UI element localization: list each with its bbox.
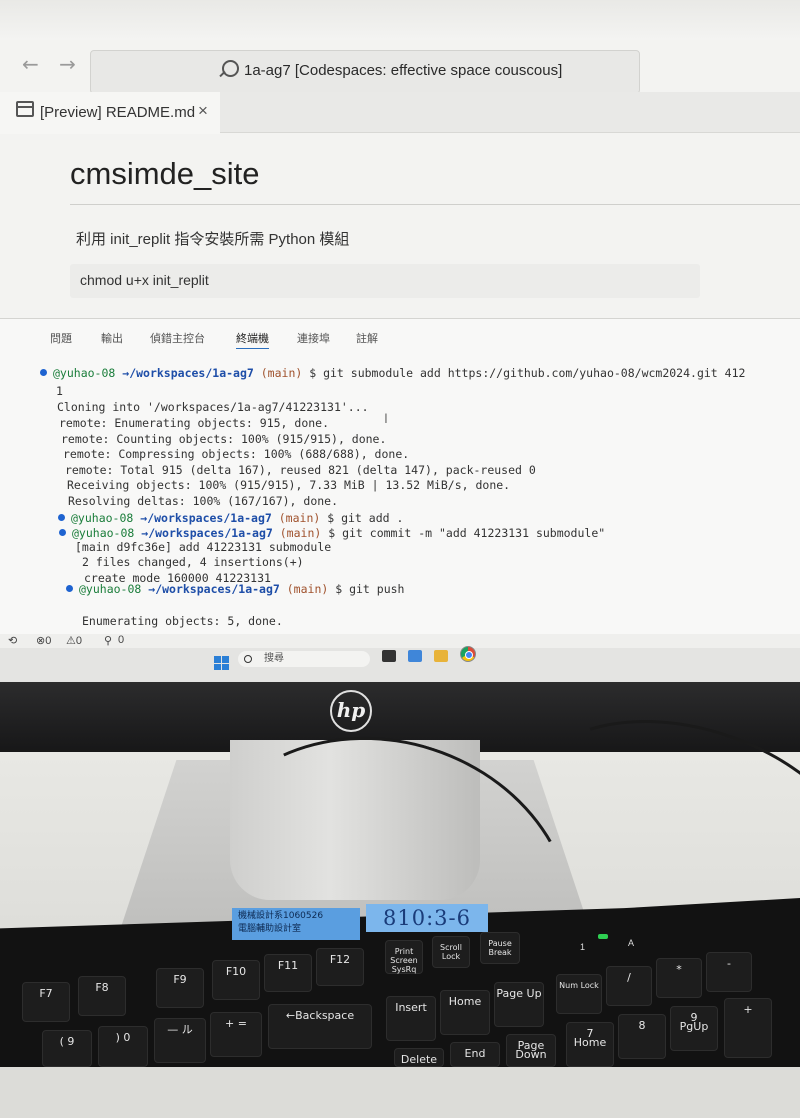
terminal-output-line: Resolving deltas: 100% (167/167), done.	[68, 494, 339, 508]
key-print-screen[interactable]: Print Screen SysRq	[385, 940, 423, 974]
command-text: $ git submodule add https://github.com/y…	[309, 366, 746, 380]
command-text: $ git commit -m "add 41223131 submodule"	[328, 526, 606, 540]
key-equals[interactable]: + =	[210, 1012, 262, 1057]
terminal-prompt-line: @yuhao-08 →/workspaces/1a-ag7 (main) $ g…	[40, 366, 745, 380]
key-secondary-label: PgUp	[679, 1020, 709, 1033]
warnings-indicator[interactable]: ⚠0	[66, 634, 82, 647]
task-view-icon[interactable]	[382, 650, 396, 662]
prompt-dot-icon	[66, 585, 73, 592]
terminal-output-line: remote: Compressing objects: 100% (688/6…	[63, 447, 410, 461]
key-num-7[interactable]: 7 Home	[566, 1022, 614, 1067]
key-num-plus[interactable]: +	[724, 998, 772, 1058]
status-bar: ⟲ ⊗0 ⚠0 ⚲ 0	[0, 634, 800, 648]
prompt-branch: (main)	[278, 511, 321, 525]
key-end[interactable]: End	[450, 1042, 500, 1067]
terminal-output-line: remote: Total 915 (delta 167), reused 82…	[65, 463, 536, 477]
windows-start-icon[interactable]	[214, 656, 229, 670]
key-f10[interactable]: F10	[212, 960, 260, 1000]
terminal-prompt-line: @yuhao-08 →/workspaces/1a-ag7 (main) $ g…	[58, 511, 403, 525]
department-sticker: 機械設計系1060526 電腦輔助設計室	[232, 908, 360, 940]
key-insert[interactable]: Insert	[386, 996, 436, 1041]
key-num-9[interactable]: 9 PgUp	[670, 1006, 718, 1051]
key-f9[interactable]: F9	[156, 968, 204, 1008]
key-minus[interactable]: — ル	[154, 1018, 206, 1063]
key-num-slash[interactable]: /	[606, 966, 652, 1006]
key-page-down[interactable]: Page Down	[506, 1034, 556, 1067]
sticker-line: 機械設計系1060526	[238, 911, 324, 921]
widgets-icon[interactable]	[408, 650, 422, 662]
taskbar-search-icon	[244, 655, 252, 663]
key-num-minus[interactable]: -	[706, 952, 752, 992]
key-0[interactable]: ) 0	[98, 1026, 148, 1067]
num-lock-led	[598, 934, 608, 939]
key-page-up[interactable]: Page Up	[494, 982, 544, 1027]
terminal-prompt-line: @yuhao-08 →/workspaces/1a-ag7 (main) $ g…	[59, 526, 605, 540]
key-9[interactable]: ( 9	[42, 1030, 92, 1067]
key-secondary-label: Home	[573, 1036, 607, 1049]
key-pause-break[interactable]: Pause Break	[480, 932, 520, 964]
terminal-output-line: [main d9fc36e] add 41223131 submodule	[75, 540, 332, 554]
prompt-path: /workspaces/1a-ag7	[147, 511, 272, 525]
prompt-user: @yuhao-08	[79, 582, 142, 596]
terminal-prompt-line: @yuhao-08 →/workspaces/1a-ag7 (main) $ g…	[66, 582, 404, 596]
key-delete[interactable]: Delete	[394, 1048, 444, 1067]
key-num-8[interactable]: 8	[618, 1014, 666, 1059]
sticker-line: 電腦輔助設計室	[238, 924, 302, 934]
prompt-path: /workspaces/1a-ag7	[148, 526, 273, 540]
ports-count[interactable]: 0	[118, 634, 124, 646]
key-f8[interactable]: F8	[78, 976, 126, 1016]
terminal-output-line: 1	[56, 384, 63, 398]
terminal[interactable]: @yuhao-08 →/workspaces/1a-ag7 (main) $ g…	[0, 0, 800, 682]
prompt-dot-icon	[40, 369, 47, 376]
key-num-lock[interactable]: Num Lock	[556, 974, 602, 1014]
terminal-output-line: Cloning into '/workspaces/1a-ag7/4122313…	[57, 400, 369, 414]
prompt-path: /workspaces/1a-ag7	[155, 582, 280, 596]
prompt-branch: (main)	[260, 366, 303, 380]
file-explorer-icon[interactable]	[434, 650, 448, 662]
terminal-output-line: Enumerating objects: 5, done.	[82, 614, 283, 628]
terminal-output-line: remote: Enumerating objects: 915, done.	[59, 416, 330, 430]
prompt-user: @yuhao-08	[71, 511, 134, 525]
prompt-user: @yuhao-08	[72, 526, 135, 540]
prompt-dot-icon	[59, 529, 66, 536]
prompt-branch: (main)	[286, 582, 329, 596]
terminal-output-line: 2 files changed, 4 insertions(+)	[82, 555, 304, 569]
prompt-path: /workspaces/1a-ag7	[129, 366, 254, 380]
indicator-label: A	[628, 938, 635, 948]
sync-icon[interactable]: ⟲	[8, 634, 17, 647]
terminal-output-line: Receiving objects: 100% (915/915), 7.33 …	[67, 478, 511, 492]
taskbar-search[interactable]: 搜尋	[238, 651, 370, 667]
room-number-sticker: 810:3-6	[366, 904, 488, 932]
indicator-label: 1	[580, 942, 586, 952]
monitor-screen: ← → 1a-ag7 [Codespaces: effective space …	[0, 0, 800, 682]
prompt-branch: (main)	[279, 526, 322, 540]
ports-icon: ⚲	[104, 635, 113, 647]
prompt-dot-icon	[58, 514, 65, 521]
key-backspace[interactable]: ←Backspace	[268, 1004, 372, 1049]
chrome-icon[interactable]	[460, 646, 476, 662]
key-scroll-lock[interactable]: Scroll Lock	[432, 936, 470, 968]
errors-indicator[interactable]: ⊗0	[36, 634, 51, 647]
key-f12[interactable]: F12	[316, 948, 364, 986]
key-num-star[interactable]: *	[656, 958, 702, 998]
command-text: $ git add .	[327, 511, 404, 525]
key-f11[interactable]: F11	[264, 954, 312, 992]
command-text: $ git push	[335, 582, 405, 596]
key-f7[interactable]: F7	[22, 982, 70, 1022]
windows-taskbar	[0, 648, 800, 682]
hp-logo: hp	[330, 690, 372, 732]
text-cursor-icon: I	[384, 410, 388, 426]
prompt-user: @yuhao-08	[53, 366, 116, 380]
terminal-output-line: remote: Counting objects: 100% (915/915)…	[61, 432, 387, 446]
key-home[interactable]: Home	[440, 990, 490, 1035]
